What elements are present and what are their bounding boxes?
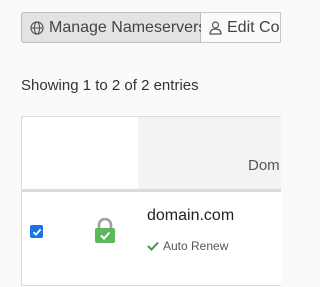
toolbar: Manage Nameservers Edit Co [21, 12, 281, 43]
column-header-domain[interactable]: Dom [248, 157, 280, 174]
manage-nameservers-label: Manage Nameservers [49, 18, 207, 36]
row-checkbox[interactable] [30, 225, 43, 238]
domains-table: Dom domain.com Auto Renew [21, 116, 281, 286]
edit-contact-button[interactable]: Edit Co [201, 12, 281, 43]
table-row[interactable]: domain.com Auto Renew [22, 192, 281, 287]
auto-renew-status: Auto Renew [147, 239, 228, 253]
edit-contact-label: Edit Co [227, 18, 280, 36]
auto-renew-label: Auto Renew [163, 239, 229, 253]
lock-icon [94, 217, 116, 249]
entries-info: Showing 1 to 2 of 2 entries [21, 77, 199, 94]
user-icon [209, 20, 222, 35]
globe-icon [30, 20, 44, 35]
table-header: Dom [22, 117, 281, 189]
domain-name[interactable]: domain.com [147, 207, 234, 225]
check-icon [147, 241, 159, 251]
manage-nameservers-button[interactable]: Manage Nameservers [21, 12, 206, 43]
